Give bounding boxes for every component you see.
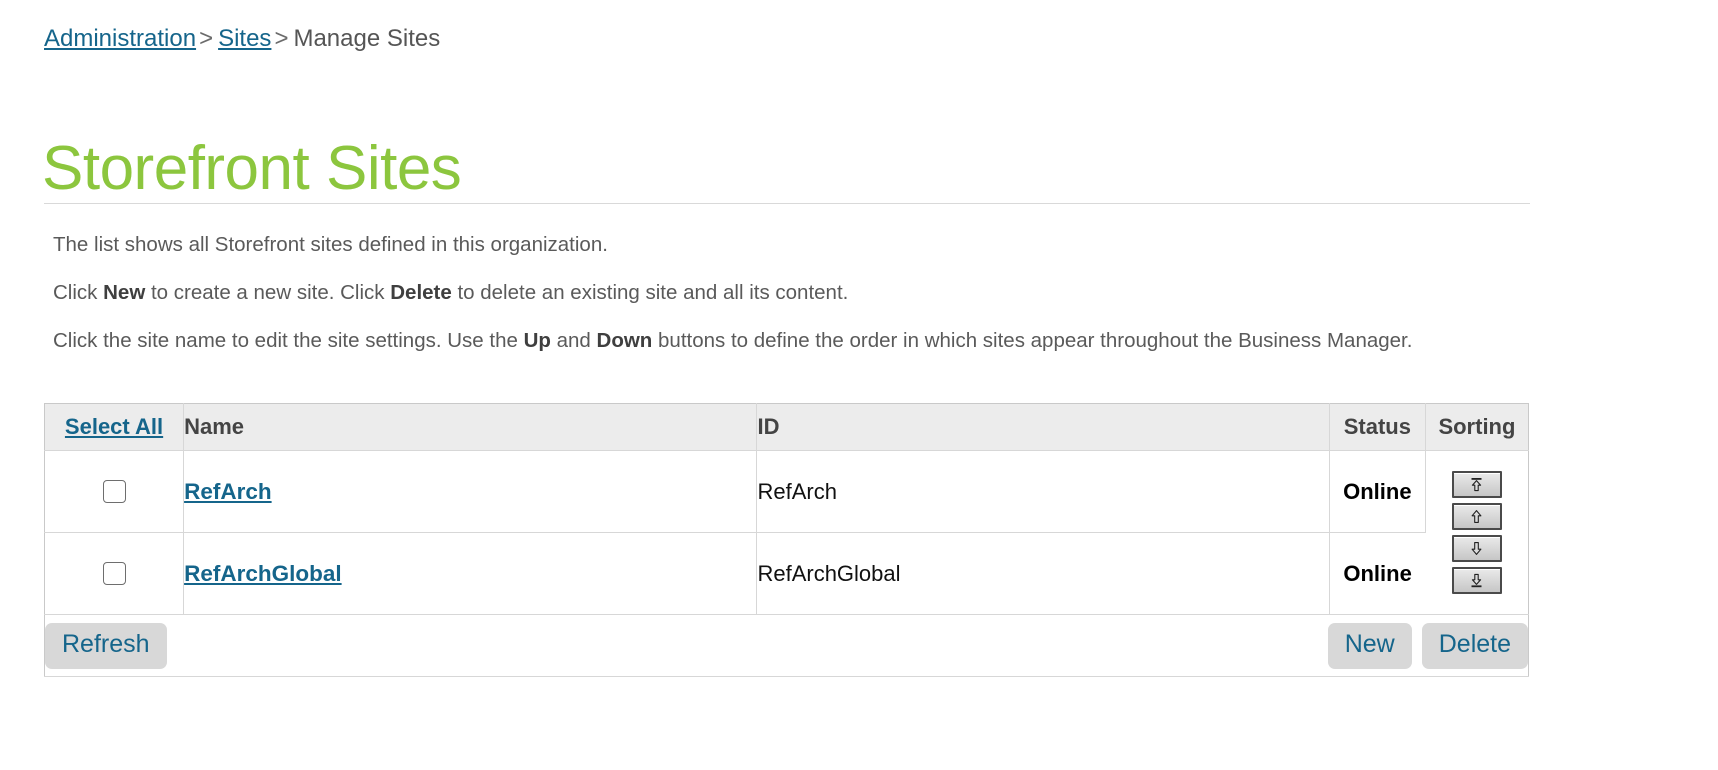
row-checkbox-refarchglobal[interactable]	[102, 562, 126, 585]
table-header-row: Select All Name ID Status Sorting	[44, 403, 1529, 451]
move-down-icon	[1468, 540, 1485, 557]
move-to-top-button[interactable]	[1451, 471, 1502, 498]
footer-right-buttons: New Delete	[1327, 622, 1528, 669]
description-block: The list shows all Storefront sites defi…	[53, 232, 1653, 376]
desc3-bold-up: Up	[523, 329, 551, 352]
description-line-3: Click the site name to edit the site set…	[53, 328, 1653, 354]
row-select-cell	[44, 450, 185, 533]
page-root: Administration > Sites > Manage Sites Storef…	[0, 0, 1718, 770]
breadcrumb-separator: >	[274, 25, 289, 52]
move-up-icon	[1468, 508, 1485, 525]
description-line-1: The list shows all Storefront sites defi…	[53, 233, 608, 256]
table-row: RefArchGlobal RefArchGlobal Online	[44, 532, 1529, 615]
row-sorting-cell	[1425, 450, 1529, 615]
desc3-bold-down: Down	[596, 329, 653, 352]
move-to-bottom-button[interactable]	[1451, 567, 1502, 594]
row-select-cell	[44, 532, 185, 615]
row-status-cell: Online	[1329, 450, 1426, 533]
sites-table: Select All Name ID Status Sorting RefArc…	[44, 403, 1529, 677]
column-header-sorting: Sorting	[1425, 403, 1529, 451]
row-name-cell: RefArch	[183, 450, 758, 533]
row-checkbox-refarch[interactable]	[102, 480, 126, 503]
table-footer-row: Refresh New Delete	[44, 614, 1529, 677]
page-title: Storefront Sites	[42, 133, 462, 203]
row-id-cell: RefArch	[756, 450, 1330, 533]
table-footer-cell: Refresh New Delete	[44, 614, 1529, 677]
refresh-button[interactable]: Refresh	[45, 622, 167, 669]
move-to-top-icon	[1468, 476, 1485, 493]
sites-table-wrapper: Select All Name ID Status Sorting RefArc…	[44, 403, 1529, 677]
table-row: RefArch RefArch Online	[44, 450, 1529, 615]
row-status-cell: Online	[1329, 532, 1426, 615]
description-line-2: Click New to create a new site. Click De…	[53, 280, 1653, 306]
sorting-button-stack	[1426, 471, 1528, 594]
column-header-status: Status	[1329, 403, 1426, 451]
desc2-bold-delete: Delete	[390, 281, 452, 304]
site-link-refarchglobal[interactable]: RefArchGlobal	[184, 561, 342, 586]
move-to-bottom-icon	[1468, 572, 1485, 589]
desc2-text-d: to delete an existing site and all its c…	[451, 281, 849, 304]
breadcrumb: Administration > Sites > Manage Sites	[44, 24, 440, 54]
desc2-bold-new: New	[103, 281, 146, 304]
breadcrumb-current-manage-sites: Manage Sites	[293, 25, 441, 52]
row-id-cell: RefArchGlobal	[756, 532, 1330, 615]
delete-button[interactable]: Delete	[1421, 622, 1528, 669]
breadcrumb-separator: >	[199, 25, 214, 52]
desc2-text-c: to create a new site. Click	[145, 281, 391, 304]
select-all-link[interactable]: Select All	[65, 414, 163, 439]
column-header-select-all: Select All	[44, 403, 185, 451]
column-header-name: Name	[183, 403, 758, 451]
breadcrumb-link-sites[interactable]: Sites	[218, 25, 271, 52]
desc3-text-a: Click the site name to edit the site set…	[53, 329, 524, 352]
desc3-text-c: and	[550, 329, 597, 352]
column-header-id: ID	[756, 403, 1330, 451]
site-link-refarch[interactable]: RefArch	[184, 479, 272, 504]
sites-table-head: Select All Name ID Status Sorting	[44, 403, 1529, 451]
move-up-button[interactable]	[1451, 503, 1502, 530]
breadcrumb-link-administration[interactable]: Administration	[44, 25, 196, 52]
header-divider	[44, 203, 1530, 204]
new-button[interactable]: New	[1327, 622, 1412, 669]
desc2-text-a: Click	[53, 281, 104, 304]
sites-table-body: RefArch RefArch Online RefArchGlobal Ref…	[44, 450, 1529, 615]
footer-button-bar: Refresh New Delete	[45, 622, 1528, 669]
desc3-text-d: buttons to define the order in which sit…	[652, 329, 1413, 352]
row-name-cell: RefArchGlobal	[183, 532, 758, 615]
sites-table-foot: Refresh New Delete	[44, 614, 1529, 677]
move-down-button[interactable]	[1451, 535, 1502, 562]
